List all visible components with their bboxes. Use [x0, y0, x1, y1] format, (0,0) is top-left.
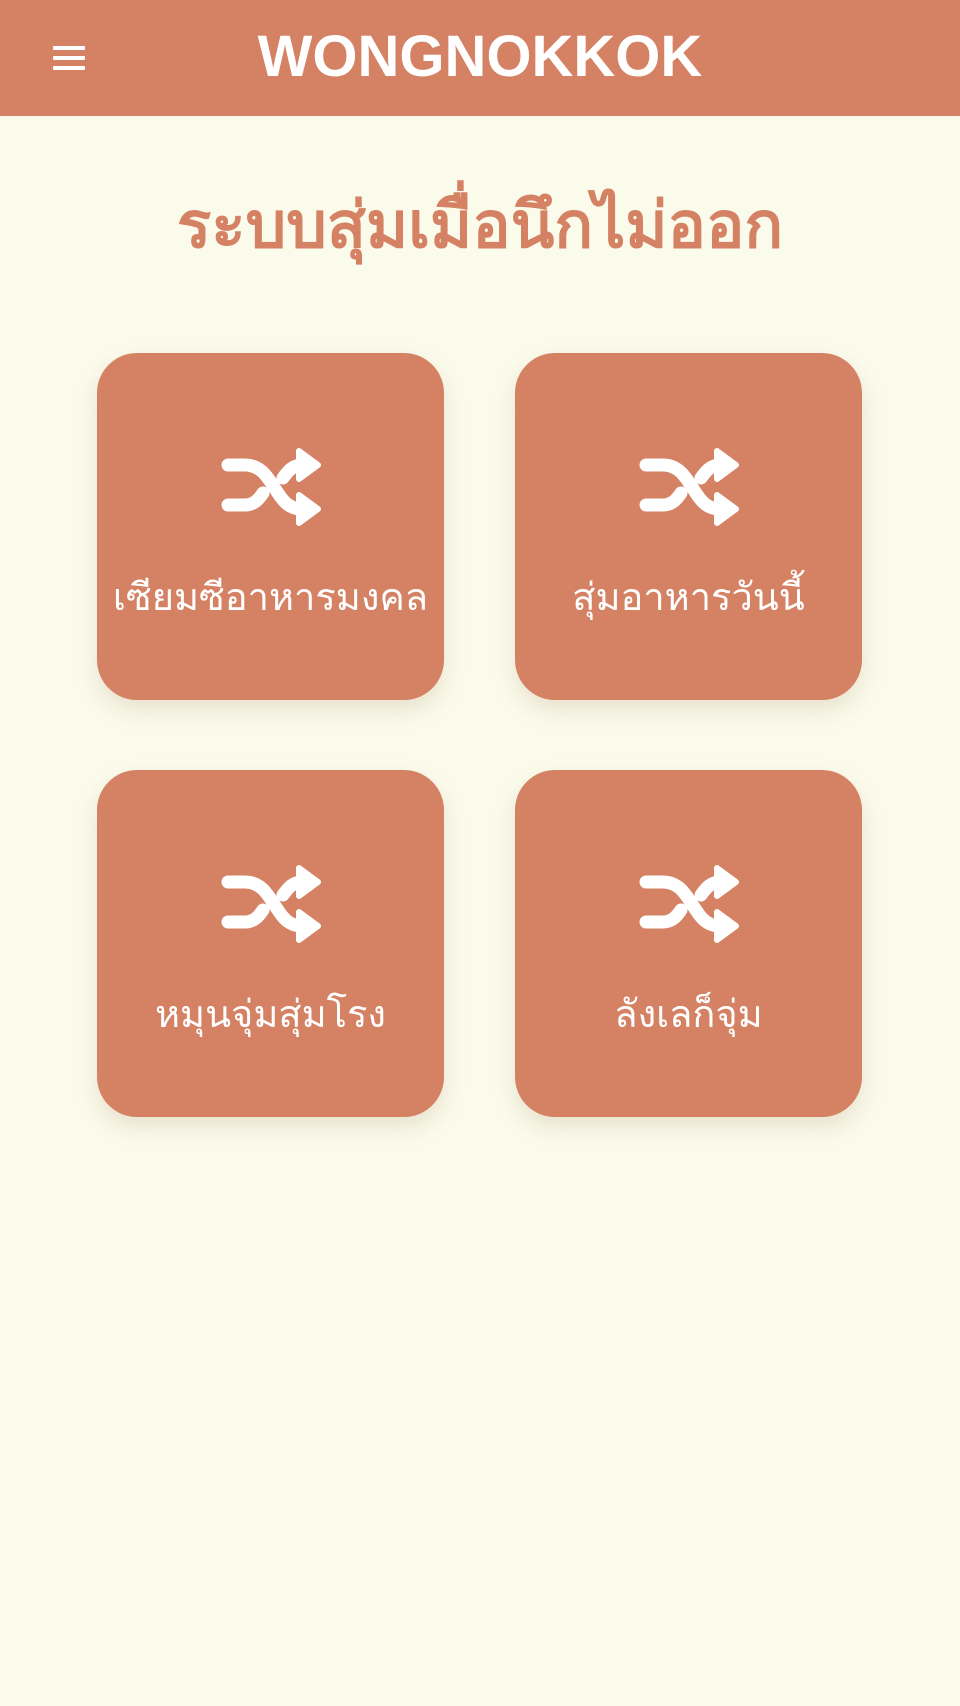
- card-label: หมุนจุ่มสุ่มโรง: [154, 992, 386, 1036]
- card-label: ลังเลก็จุ่ม: [614, 992, 763, 1036]
- card-undecided-pick[interactable]: ลังเลก็จุ่ม: [515, 770, 862, 1117]
- top-app-bar: WONGNOKKOK: [0, 0, 960, 116]
- shuffle-icon: [221, 865, 321, 943]
- card-random-food-today[interactable]: สุ่มอาหารวันนี้: [515, 353, 862, 700]
- shuffle-icon: [639, 865, 739, 943]
- card-fortune-food[interactable]: เซียมซีอาหารมงคล: [97, 353, 444, 700]
- card-spin-random-restaurant[interactable]: หมุนจุ่มสุ่มโรง: [97, 770, 444, 1117]
- page-title: ระบบสุ่มเมื่อนึกไม่ออก: [176, 189, 784, 263]
- shuffle-icon: [221, 448, 321, 526]
- card-label: เซียมซีอาหารมงคล: [112, 575, 429, 619]
- card-label: สุ่มอาหารวันนี้: [572, 575, 805, 619]
- brand-title[interactable]: WONGNOKKOK: [0, 22, 960, 92]
- shuffle-icon: [639, 448, 739, 526]
